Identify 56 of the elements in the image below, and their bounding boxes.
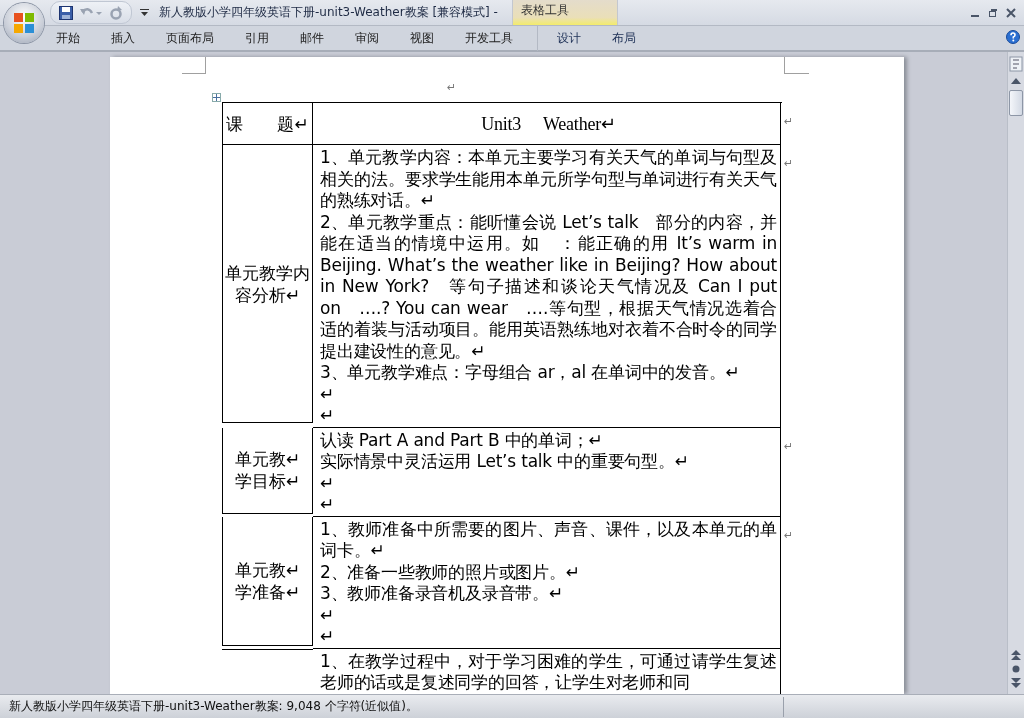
table-cell-text: 3、教师准备录音机及录音带。↵ <box>320 583 565 605</box>
table-cell-text: ↵ <box>320 472 336 494</box>
ruler-toggle-icon[interactable] <box>1009 56 1023 72</box>
save-icon[interactable] <box>59 5 73 20</box>
table-cell-text: 单元教↵ <box>233 558 302 581</box>
ribbon-tab[interactable]: 设计 <box>550 26 588 50</box>
contextual-tab-group: 表格工具 <box>511 0 618 25</box>
table-cell-text: 学目标↵ <box>233 470 302 492</box>
table-cell-text: 学准备↵ <box>233 580 302 603</box>
next-page-icon[interactable] <box>1010 678 1022 688</box>
end-of-row-mark: ↵ <box>783 156 795 170</box>
ribbon-tab[interactable]: 布局 <box>605 26 643 50</box>
table-cell: 2、单元教学重点：能听懂会说 Let’s talk 部分的内容，并能在适当的情境中运用。如 ：能正确的用 It’s warm in Beijing. What’s the weather like in Beijing? How about in New York? 等句子描述和谈论天气情况及 Can I put on ….? You can wear ….等句型，根据天气情况选着合适的着装与活动项目。能用英语熟练地对衣着不合时令的同学提出建设性的意见。↵ <box>320 211 777 362</box>
table-cell-text: 实际情景中灵活运用 Let’s talk 中的重要句型。↵ <box>320 451 690 473</box>
table-cell-text: 3、单元教学难点：字母组合 ar，al 在单词中的发音。↵ <box>320 362 741 384</box>
crop-mark <box>784 57 809 74</box>
ribbon-tab[interactable]: 插入 <box>104 26 142 50</box>
scroll-up-icon[interactable] <box>1010 76 1022 86</box>
table-cell: 1、单元教学内容：本单元主要学习有关天气的单词与句型及相关的法。要求学生能用本单元所学句型与单词进行有关天气的熟练对话。↵ <box>320 147 777 212</box>
table-cell-text: ↵ <box>320 494 336 516</box>
ribbon-tab[interactable]: 视图 <box>403 26 441 50</box>
crop-mark <box>182 57 206 74</box>
table-move-handle-icon[interactable] <box>212 93 221 102</box>
browse-object-icon[interactable] <box>1010 664 1022 674</box>
table-cell-text: 2、准备一些教师的照片或图片。↵ <box>320 561 581 583</box>
table-cell: Unit3 Weather↵ <box>481 113 616 136</box>
close-icon[interactable] <box>1006 7 1016 18</box>
office-logo-icon <box>12 11 36 35</box>
table-cell-text: ↵ <box>320 604 336 626</box>
paragraph-mark: ↵ <box>445 80 458 96</box>
table-cell-text: ↵ <box>320 383 336 405</box>
table-cell-text: ↵ <box>320 405 336 427</box>
ribbon-tab[interactable]: 开发工具 <box>458 26 520 50</box>
ribbon-tab[interactable]: 引用 <box>238 26 276 50</box>
status-text: 新人教版小学四年级英语下册-unit3-Weather教案: 9,048 个字符(近似值)。 <box>9 698 418 715</box>
window-title: 新人教版小学四年级英语下册-unit3-Weather教案 [兼容模式] - <box>159 4 498 21</box>
table-cell-text: 认读 Part A and Part B 中的单词；↵ <box>320 429 604 451</box>
ribbon-tab[interactable]: 开始 <box>49 26 87 50</box>
help-icon[interactable] <box>1006 29 1020 47</box>
table-cell-text: 课 题↵ <box>225 112 310 135</box>
previous-page-icon[interactable] <box>1010 650 1022 660</box>
end-of-row-mark: ↵ <box>783 527 795 542</box>
table-cell: 单元教学内容分析↵ <box>224 261 311 306</box>
customize-menu-icon[interactable] <box>140 8 149 17</box>
end-of-row-mark: ↵ <box>783 114 795 128</box>
end-of-row-mark: ↵ <box>783 438 795 453</box>
ribbon-tab[interactable]: 页面布局 <box>159 26 221 50</box>
office-button[interactable] <box>4 3 44 43</box>
ribbon-tab[interactable]: 审阅 <box>348 26 386 50</box>
ribbon-tab[interactable]: 邮件 <box>293 26 331 50</box>
restore-icon[interactable] <box>988 7 998 18</box>
scrollbar-thumb[interactable] <box>1009 90 1023 116</box>
table-cell-text: ↵ <box>320 626 336 648</box>
table-cell-text: 单元教↵ <box>233 448 302 470</box>
table-cell: 1、教师准备中所需要的图片、声音、课件，以及本单元的单词卡。↵ <box>320 518 777 562</box>
table-cell: 1、在教学过程中，对于学习困难的学生，可通过请学生复述老师的话或是复述同学的回答，让学生对老师和同 <box>320 650 777 694</box>
